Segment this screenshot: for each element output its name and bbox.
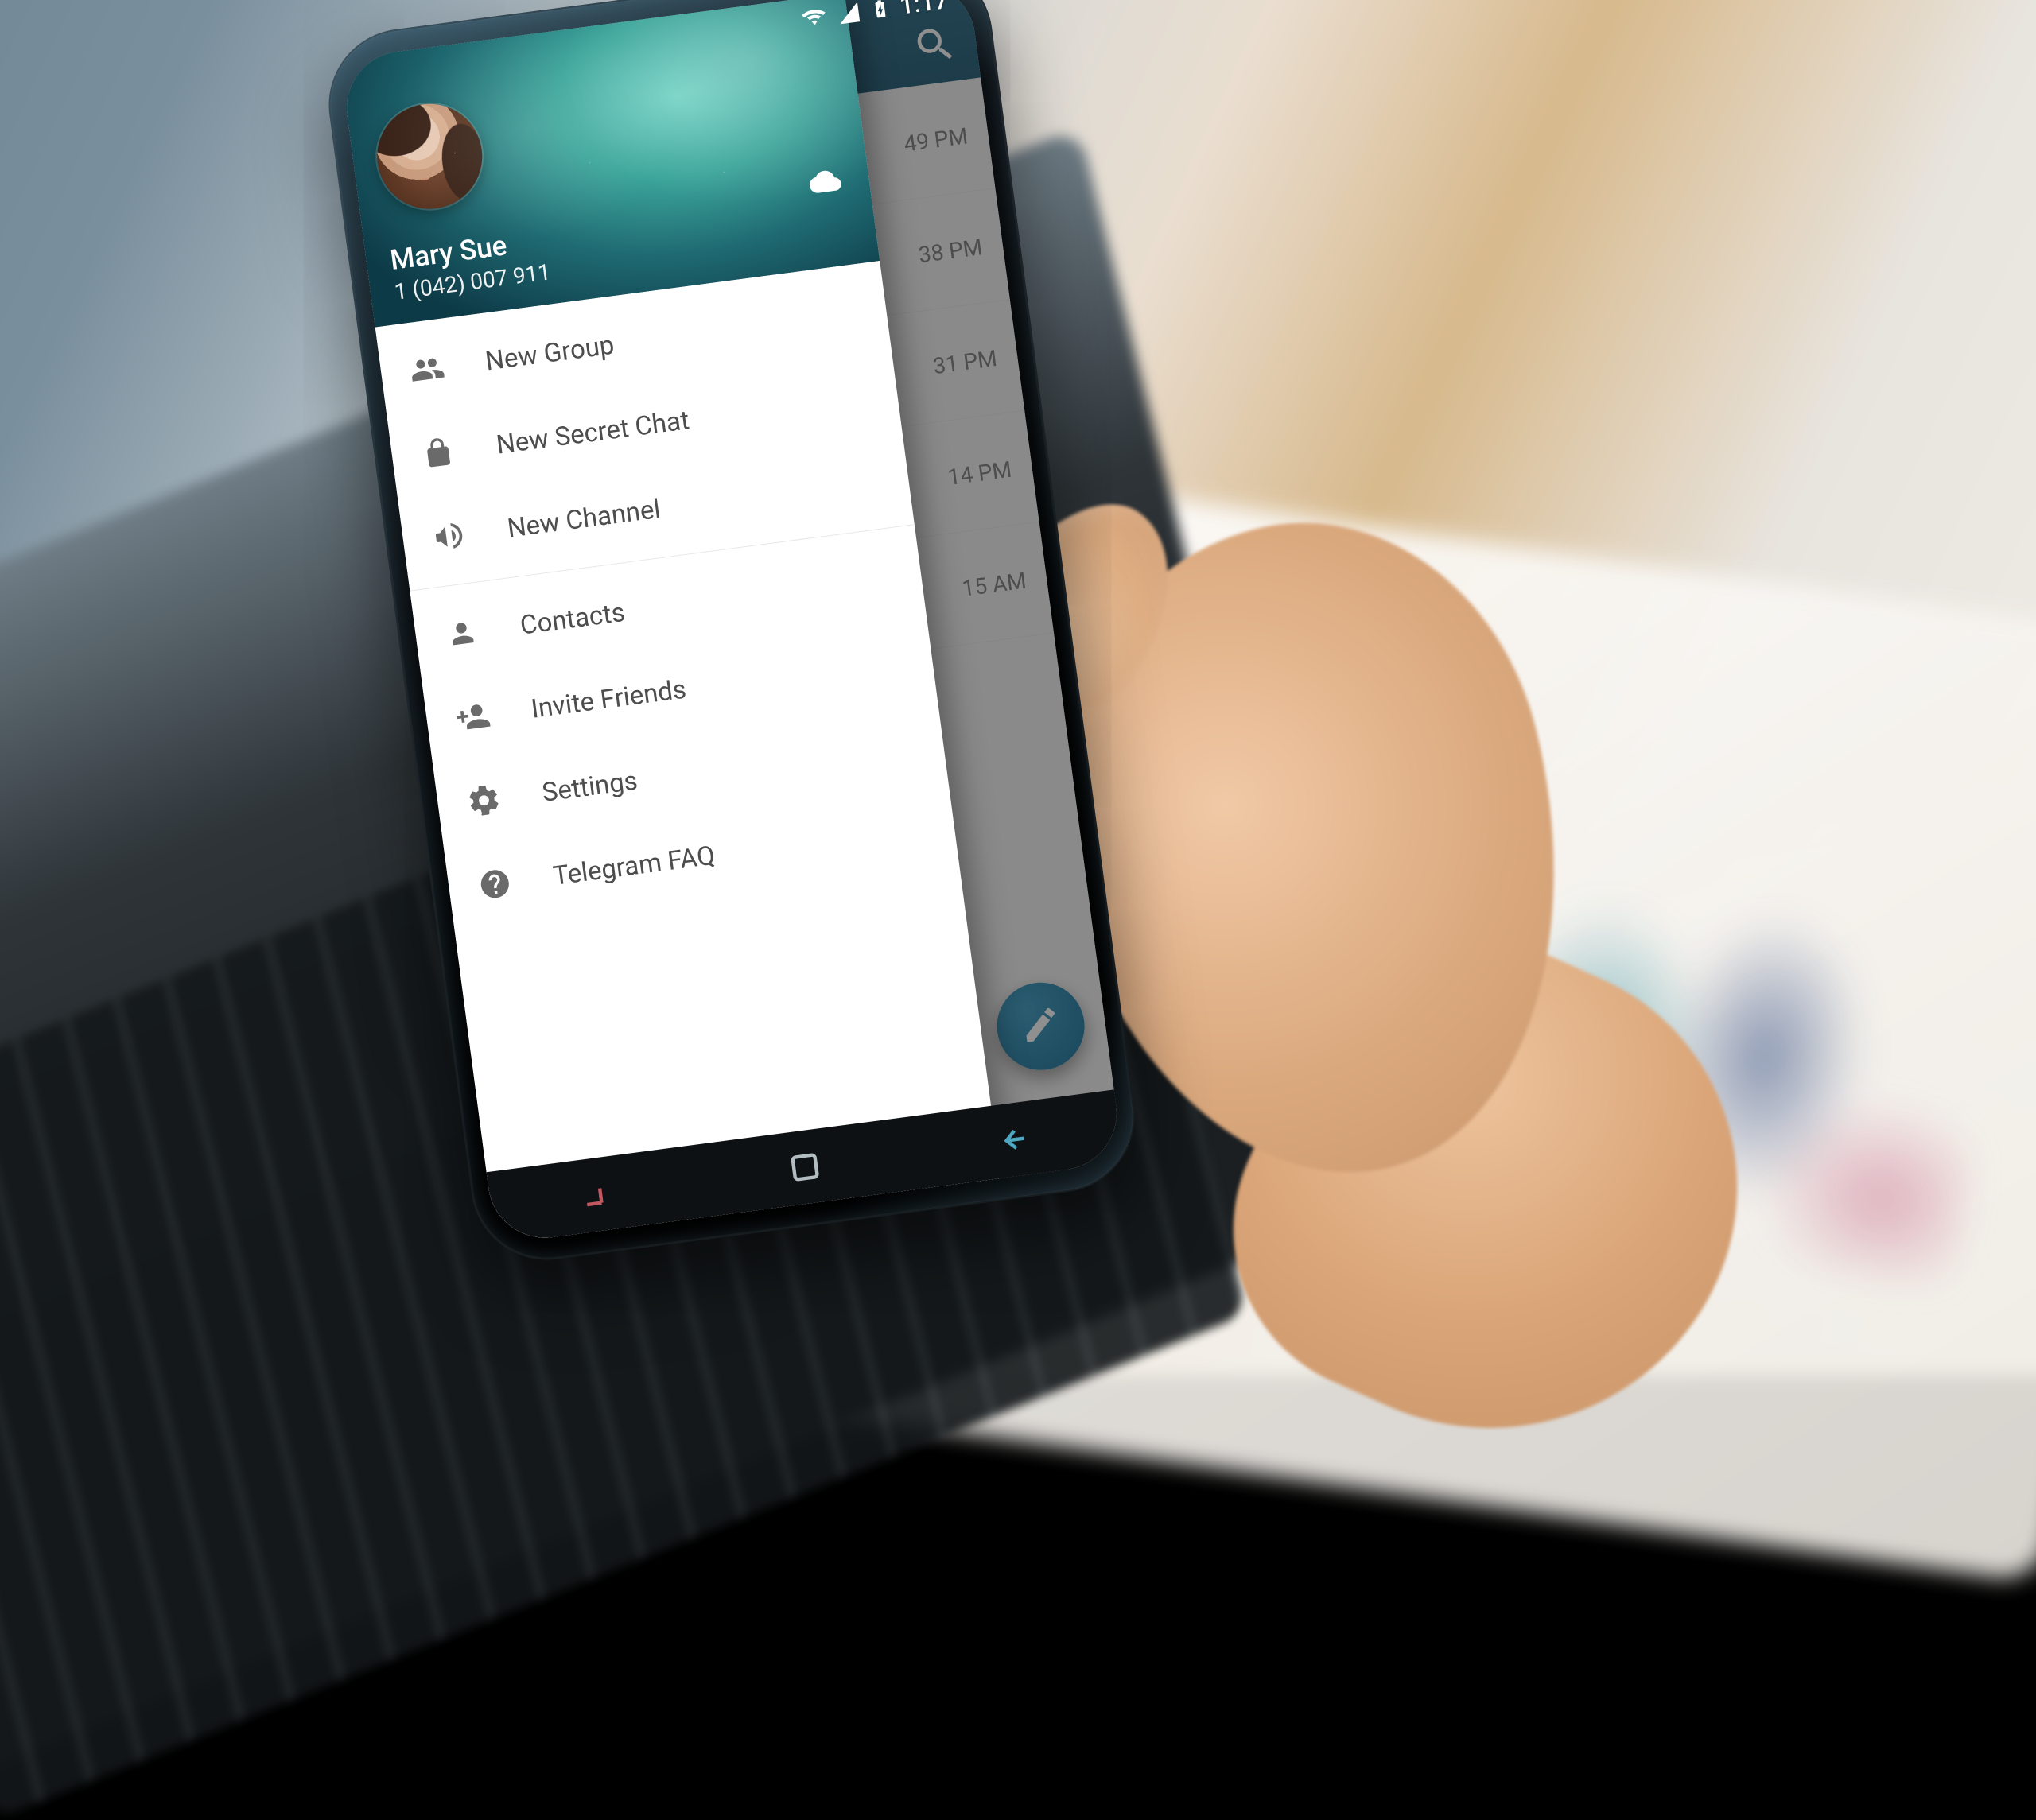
- menu-label: New Group: [484, 329, 616, 377]
- battery-charging-icon: [868, 0, 892, 22]
- home-button[interactable]: [783, 1146, 826, 1189]
- megaphone-icon: [428, 515, 471, 558]
- menu-label: Settings: [540, 765, 639, 808]
- recents-button[interactable]: [571, 1174, 623, 1215]
- contacts-icon: [441, 612, 484, 655]
- menu-label: Contacts: [519, 596, 627, 641]
- profile-avatar[interactable]: [371, 98, 488, 215]
- menu-label: New Secret Chat: [495, 405, 691, 461]
- menu-label: Telegram FAQ: [551, 840, 717, 891]
- wifi-icon: [798, 2, 829, 33]
- signal-icon: [835, 0, 862, 26]
- menu-label: New Channel: [506, 493, 662, 544]
- help-icon: [473, 863, 516, 906]
- menu-label: Invite Friends: [529, 673, 688, 724]
- cloud-icon[interactable]: [800, 162, 850, 200]
- gear-icon: [463, 779, 506, 822]
- group-icon: [406, 347, 449, 390]
- profile-text: Mary Sue 1 (042) 007 911: [388, 225, 552, 305]
- back-button[interactable]: [987, 1120, 1039, 1160]
- status-bar-time: 1:17: [898, 0, 950, 20]
- phone-screen: 49 PM 38 PM 31 PM 14 PM 15 AM Mary Sue: [340, 0, 1124, 1245]
- person-add-icon: [452, 696, 495, 739]
- lock-icon: [417, 432, 460, 475]
